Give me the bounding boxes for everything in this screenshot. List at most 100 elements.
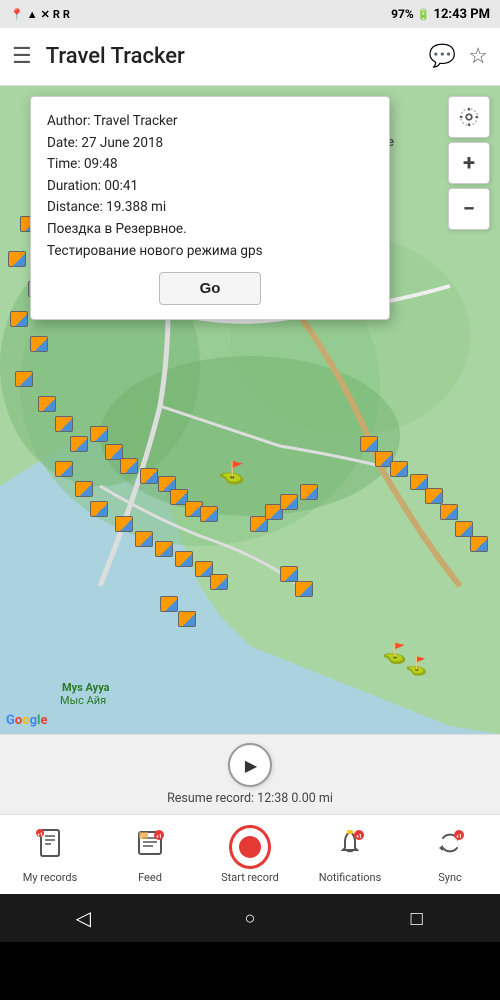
map-marker <box>470 536 488 552</box>
map-marker <box>390 461 408 477</box>
popup-duration: Duration: 00:41 <box>47 176 373 198</box>
map-marker <box>90 426 108 442</box>
feed-icon-wrap: +1 <box>129 826 171 868</box>
feed-label: Feed <box>138 871 162 884</box>
locate-button[interactable] <box>448 96 490 138</box>
map-marker <box>425 488 443 504</box>
my-records-icon-wrap: +1 <box>29 826 71 868</box>
map-marker <box>70 436 88 452</box>
popup-distance: Distance: 19.388 mi <box>47 197 373 219</box>
map-marker <box>140 468 158 484</box>
map-marker <box>175 551 193 567</box>
map-marker <box>115 516 133 532</box>
map-marker <box>360 436 378 452</box>
my-records-icon: +1 <box>35 828 65 865</box>
map-marker <box>135 531 153 547</box>
popup-note1: Поездка в Резервное. <box>47 219 373 241</box>
svg-text:Мыс Айя: Мыс Айя <box>60 694 106 707</box>
sync-label: Sync <box>438 871 462 884</box>
battery-text: 97% <box>391 7 414 21</box>
start-record-icon-wrap <box>229 826 271 868</box>
map-marker <box>210 574 228 590</box>
home-icon: ○ <box>245 908 256 929</box>
nav-item-notifications[interactable]: +1 Notifications <box>300 826 400 884</box>
map-marker <box>15 371 33 387</box>
svg-text:+1: +1 <box>456 834 462 840</box>
map-marker <box>75 481 93 497</box>
map-marker <box>38 396 56 412</box>
record-dot <box>239 836 261 858</box>
map-marker <box>280 566 298 582</box>
map-marker <box>55 461 73 477</box>
sync-icon: +1 <box>435 828 465 865</box>
start-record-label: Start record <box>221 871 279 884</box>
resume-record-text: Resume record: 12:38 0.00 mi <box>167 791 333 806</box>
android-recents-button[interactable]: □ <box>397 898 437 938</box>
zoom-out-button[interactable]: − <box>448 188 490 230</box>
svg-text:+1: +1 <box>156 834 162 840</box>
notifications-label: Notifications <box>319 871 382 884</box>
map-marker <box>280 494 298 510</box>
battery-icon: 🔋 <box>417 8 431 21</box>
map-container[interactable]: Гончарное Mys Ayya Мыс Айя ⛳ ⛳ ⛳ 🚩 <box>0 86 500 734</box>
map-popup: Author: Travel Tracker Date: 27 June 201… <box>30 96 390 320</box>
map-marker <box>120 458 138 474</box>
top-bar: ☰ Travel Tracker 💬 ☆ <box>0 28 500 86</box>
svg-text:+1: +1 <box>37 833 43 839</box>
map-marker <box>90 501 108 517</box>
map-flag-1: ⛳ <box>218 461 245 486</box>
status-left-icons: 📍 ▲ ✕ R R <box>10 8 70 21</box>
notifications-icon: +1 <box>335 828 365 865</box>
zoom-out-icon: − <box>463 197 475 222</box>
map-marker <box>155 541 173 557</box>
popup-go-button[interactable]: Go <box>159 272 262 305</box>
location-icon: 📍 <box>10 8 24 21</box>
svg-text:+1: +1 <box>356 834 362 840</box>
sync-icon-wrap: +1 <box>429 826 471 868</box>
map-marker <box>455 521 473 537</box>
map-marker <box>30 336 48 352</box>
android-back-button[interactable]: ◁ <box>63 898 103 938</box>
map-marker <box>200 506 218 522</box>
page-title: Travel Tracker <box>46 44 417 69</box>
map-marker <box>55 416 73 432</box>
map-flag-2: ⛳ <box>382 641 407 665</box>
signal-icon: ✕ <box>41 8 50 21</box>
r-icon-2: R <box>63 8 70 21</box>
status-time: 12:43 PM <box>434 7 491 22</box>
svg-text:Mys Ayya: Mys Ayya <box>62 681 110 694</box>
wifi-icon: ▲ <box>27 8 38 21</box>
nav-item-start-record[interactable]: Start record <box>200 826 300 884</box>
bottom-navigation: +1 My records +1 Feed <box>0 814 500 894</box>
nav-item-my-records[interactable]: +1 My records <box>0 826 100 884</box>
android-nav-bar: ◁ ○ □ <box>0 894 500 942</box>
resume-record-bar: ▶ Resume record: 12:38 0.00 mi <box>0 734 500 814</box>
star-icon[interactable]: ☆ <box>468 44 488 69</box>
chat-icon[interactable]: 💬 <box>429 44 456 69</box>
popup-date: Date: 27 June 2018 <box>47 133 373 155</box>
r-icon-1: R <box>53 8 60 21</box>
map-marker <box>440 504 458 520</box>
play-icon: ▶ <box>245 756 257 775</box>
back-icon: ◁ <box>76 906 91 930</box>
start-record-button[interactable] <box>229 825 271 869</box>
hamburger-menu-button[interactable]: ☰ <box>12 44 32 69</box>
android-home-button[interactable]: ○ <box>230 898 270 938</box>
zoom-in-button[interactable]: + <box>448 142 490 184</box>
map-marker <box>10 311 28 327</box>
recents-icon: □ <box>411 906 423 931</box>
notifications-icon-wrap: +1 <box>329 826 371 868</box>
resume-play-button[interactable]: ▶ <box>228 743 272 787</box>
map-marker <box>160 596 178 612</box>
nav-item-feed[interactable]: +1 Feed <box>100 826 200 884</box>
feed-icon: +1 <box>135 828 165 865</box>
map-marker <box>300 484 318 500</box>
status-right-icons: 97% 🔋 12:43 PM <box>391 7 490 22</box>
nav-item-sync[interactable]: +1 Sync <box>400 826 500 884</box>
map-controls: + − <box>448 96 490 230</box>
status-bar: 📍 ▲ ✕ R R 97% 🔋 12:43 PM <box>0 0 500 28</box>
map-marker <box>295 581 313 597</box>
map-marker <box>178 611 196 627</box>
map-marker <box>8 251 26 267</box>
zoom-in-icon: + <box>463 151 475 176</box>
